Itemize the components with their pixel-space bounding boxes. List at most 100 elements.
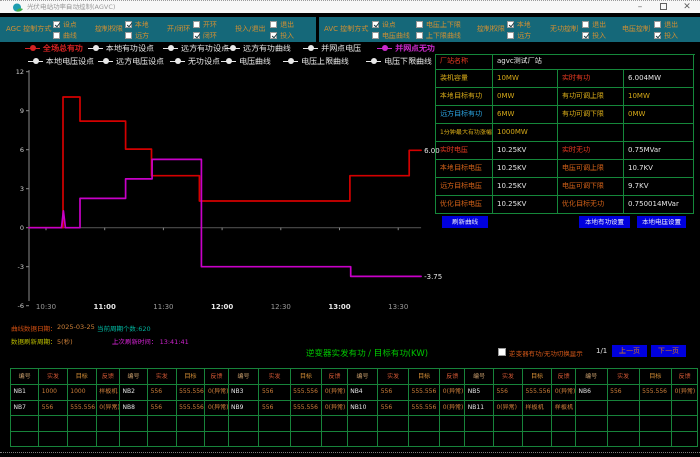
inverter-value-cell: 556 [608,385,640,401]
inverter-value-cell: 0(异常) [552,385,576,401]
x-tick-label: 12:30 [271,303,291,311]
last-refresh-time: 上次刷新时间： 13:41:41 [112,336,189,346]
agc-enable-top-checkbox[interactable]: 退出 [270,20,294,29]
inverter-empty-cell [39,416,68,432]
next-page-button[interactable]: 下一页 [651,345,686,357]
inverter-value-cell: 0(异常) [97,401,120,417]
legend-item-4[interactable]: 远方有功曲线 [225,42,291,54]
inverter-empty-cell [97,432,120,448]
legend-marker-icon [88,45,103,52]
prev-page-button[interactable]: 上一页 [612,345,647,357]
legend-label: 远方有功曲线 [243,43,291,54]
inverter-empty-cell [322,416,347,432]
avc-limit-top-checkbox[interactable]: 电压上下限 [416,20,461,29]
legend-item-3[interactable]: 远方有功设点 [163,42,229,54]
inverter-value-cell: 0(异常) [205,401,228,417]
curve-date-value: 2025-03-25 [57,323,95,331]
y-tick-label: 0 [20,224,24,232]
inverter-value-cell: 555.556 [68,401,97,417]
checkbox-checked-icon [372,21,379,28]
avc-reactive-bottom-checkbox[interactable]: 投入 [582,31,606,40]
legend-item-1[interactable]: 全场总有功 [25,42,83,54]
agc-mode-top-checkbox[interactable]: 设点 [53,20,77,29]
agc-authority-top-checkbox[interactable]: 本地 [125,20,149,29]
checkbox-checked-icon [507,21,514,28]
agc-authority-bottom-checkbox[interactable]: 远方 [125,31,149,40]
avc-voltage-top-checkbox[interactable]: 退出 [654,20,678,29]
agc-enable-bottom-checkbox[interactable]: 投入 [270,31,294,40]
legend-marker-icon [98,58,113,65]
inverter-value-cell: 样板机 [97,385,120,401]
legend-marker-icon [170,58,185,65]
panel-label: 电压可调下限 [558,178,624,196]
checkbox-unchecked-icon [53,32,60,39]
y-tick-label: 6 [20,146,24,154]
inverter-empty-cell [672,416,698,432]
y-tick-label: -6 [18,302,24,310]
local-voltage-set-button[interactable]: 本地电压设置 [637,216,686,228]
inverter-empty-cell [608,432,640,448]
minimize-button[interactable]: – [629,1,651,14]
inverter-empty-cell [378,416,409,432]
panel-value: 0MW [624,106,694,124]
legend-label: 电压下限曲线 [384,56,432,67]
close-button[interactable]: ✕ [676,1,698,14]
checkbox-label: 电压曲线 [382,31,410,41]
avc-authority-top-checkbox[interactable]: 本地 [507,20,531,29]
avc-control-authority-label: 控制权限 [477,17,505,42]
refresh-cycle-value: 5(秒) [57,336,73,346]
checkbox-label: 投入 [280,31,294,41]
panel-label: 装机容量 [436,70,493,88]
refresh-curve-button[interactable]: 刷新曲线 [442,216,488,228]
panel-label: 有功可调下限 [558,106,624,124]
legend-label: 并网点无功 [395,43,435,54]
legend-label: 本地电压设点 [46,56,94,67]
legend-item-5[interactable]: 并网点电压 [303,42,361,54]
inverter-col-header: 反馈 [672,369,698,385]
checkbox-checked-icon [125,21,132,28]
legend-item-2[interactable]: 本地有功设点 [88,42,154,54]
checkbox-label: 闭环 [203,31,217,41]
x-tick-label: 13:00 [328,303,350,311]
avc-mode-top-checkbox[interactable]: 设点 [372,20,396,29]
inverter-col-header: 反馈 [552,369,576,385]
inverter-empty-cell [148,432,177,448]
panel-label: 1分钟最大有功涨幅 [436,124,493,142]
inverter-value-cell: 0(异常) [672,385,698,401]
checkbox-unchecked-icon [193,21,200,28]
inverter-value-cell [672,401,698,417]
inverter-empty-cell [552,432,576,448]
agc-mode-bottom-checkbox[interactable]: 曲线 [53,31,77,40]
inverter-value-cell [640,401,673,417]
station-data-table: 厂站名称agvc测试厂站装机容量10MW实时有功6.004MW本地目标有功0MW… [435,54,695,214]
inverter-col-header: 编号 [576,369,608,385]
inverter-empty-cell [291,432,323,448]
checkbox-label: 远方 [517,31,531,41]
inverter-display-toggle-checkbox[interactable] [498,348,506,356]
inverter-value-cell: 样板机 [552,401,576,417]
avc-reactive-top-checkbox[interactable]: 退出 [582,20,606,29]
checkbox-checked-icon [193,32,200,39]
local-active-power-set-button[interactable]: 本地有功设置 [579,216,630,228]
inverter-col-header: 编号 [120,369,148,385]
agc-loop-bottom-checkbox[interactable]: 闭环 [193,31,217,40]
avc-authority-bottom-checkbox[interactable]: 远方 [507,31,531,40]
legend-item-6[interactable]: 并网点无功 [377,42,435,54]
avc-limit-bottom-checkbox[interactable]: 上下限曲线 [416,31,461,40]
legend-marker-icon [283,58,298,65]
panel-label: 远方目标电压 [436,178,493,196]
agc-loop-top-checkbox[interactable]: 开环 [193,20,217,29]
checkbox-unchecked-icon [582,21,589,28]
inverter-empty-cell [494,416,523,432]
maximize-button[interactable] [652,1,674,14]
inverter-id-cell: NB7 [11,401,39,417]
inverter-empty-cell [378,432,409,448]
inverter-empty-cell [120,416,148,432]
avc-mode-bottom-checkbox[interactable]: 电压曲线 [372,31,410,40]
inverter-empty-cell [68,432,97,448]
inverter-empty-cell [494,432,523,448]
checkbox-label: 设点 [382,20,396,30]
inverter-col-header: 实发 [39,369,68,385]
legend-marker-icon [163,45,178,52]
avc-voltage-bottom-checkbox[interactable]: 投入 [654,31,678,40]
